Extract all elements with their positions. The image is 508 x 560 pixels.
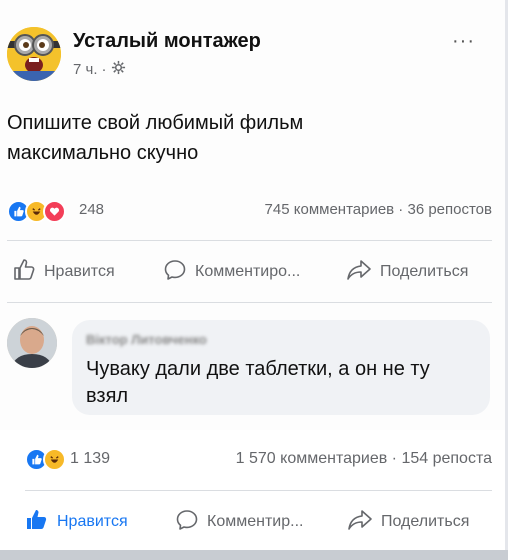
post-time[interactable]: 7 ч. xyxy=(73,61,98,78)
outer-like-label: Нравится xyxy=(57,513,128,530)
outer-comment-button[interactable]: Комментир... xyxy=(175,507,303,537)
commenter-avatar[interactable] xyxy=(7,318,57,368)
outer-reaction-count[interactable]: 1 139 xyxy=(70,450,110,468)
share-icon xyxy=(346,258,372,287)
divider xyxy=(7,240,492,241)
comment-bubble: Віктор Литовченко Чуваку дали две таблет… xyxy=(72,320,490,415)
outer-comment-label: Комментир... xyxy=(207,513,304,530)
comment-text: Чуваку дали две таблетки, а он не ту взя… xyxy=(86,358,430,407)
comment-icon xyxy=(175,508,199,537)
outer-share-button[interactable]: Поделиться xyxy=(347,507,469,537)
globe-icon xyxy=(111,60,126,79)
share-label: Поделиться xyxy=(380,263,469,280)
outer-reaction-icons[interactable] xyxy=(25,448,66,471)
divider xyxy=(7,302,492,303)
comments-shares-count[interactable]: 745 комментариев · 36 репостов xyxy=(265,201,492,218)
outer-like-button[interactable]: Нравится xyxy=(25,507,128,537)
post-meta: 7 ч. · xyxy=(73,60,126,79)
thumbs-up-icon xyxy=(12,258,36,287)
outer-stats: 1 139 1 570 комментариев · 154 репоста xyxy=(25,448,492,471)
thumbs-up-filled-icon xyxy=(25,508,49,537)
comment-icon xyxy=(163,258,187,287)
commenter-name[interactable]: Віктор Литовченко xyxy=(86,332,207,347)
share-icon xyxy=(347,508,373,537)
more-options-icon[interactable]: ··· xyxy=(452,30,475,53)
share-button[interactable]: Поделиться xyxy=(346,257,468,287)
post-stats: 248 745 комментариев · 36 репостов xyxy=(7,200,492,223)
comment-label: Комментиро... xyxy=(195,263,301,280)
divider xyxy=(25,490,492,491)
shared-post-card: Усталый монтажер 7 ч. · ··· Опишите свой… xyxy=(0,0,505,430)
love-icon xyxy=(43,200,66,223)
meta-separator: · xyxy=(101,61,107,78)
like-button[interactable]: Нравится xyxy=(12,257,115,287)
haha-icon xyxy=(43,448,66,471)
author-avatar[interactable] xyxy=(7,27,61,81)
outer-comments-shares[interactable]: 1 570 комментариев · 154 репоста xyxy=(236,450,492,468)
comment-button[interactable]: Комментиро... xyxy=(163,257,300,287)
outer-share-label: Поделиться xyxy=(381,513,470,530)
bottom-bar xyxy=(0,550,508,560)
post-action-bar: Нравится Комментиро... Поделиться xyxy=(0,257,505,287)
reaction-icons[interactable] xyxy=(7,200,66,223)
reaction-count[interactable]: 248 xyxy=(79,201,104,218)
author-name[interactable]: Усталый монтажер xyxy=(73,30,261,53)
post-text: Опишите свой любимый фильм максимально с… xyxy=(7,112,304,164)
like-label: Нравится xyxy=(44,263,115,280)
outer-action-bar: Нравится Комментир... Поделиться xyxy=(0,507,505,537)
